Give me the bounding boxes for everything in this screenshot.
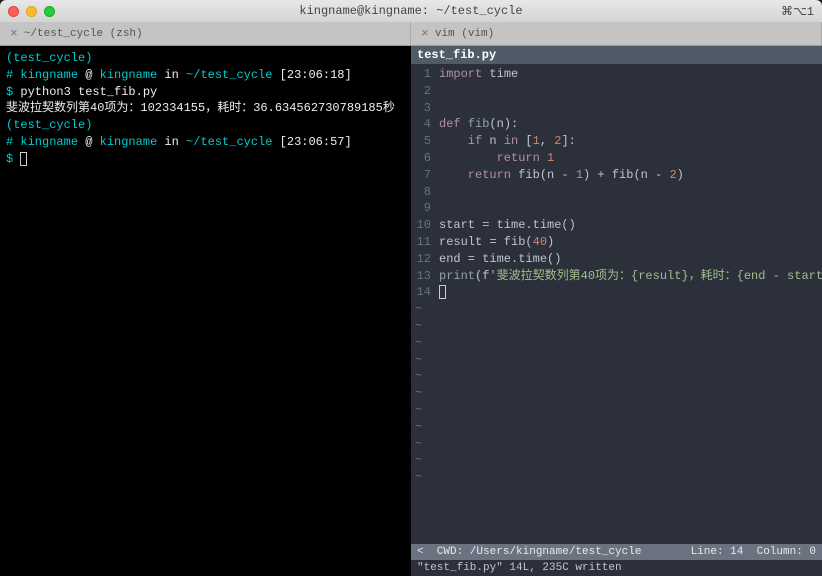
zoom-window-button[interactable] xyxy=(44,6,55,17)
terminal-line: (test_cycle) xyxy=(6,117,405,134)
window-titlebar: kingname@kingname: ~/test_cycle ⌘⌥1 xyxy=(0,0,822,22)
editor-empty-line: ~ xyxy=(411,301,822,318)
status-position: Line: 14 Column: 0 xyxy=(691,546,816,558)
editor-body[interactable]: 1import time 2 3 4def fib(n): 5 if n in … xyxy=(411,64,822,544)
tab-bar: × ~/test_cycle (zsh) × vim (vim) xyxy=(0,22,822,46)
status-cwd: < CWD: /Users/kingname/test_cycle xyxy=(417,546,641,558)
code-line: 6 return 1 xyxy=(411,150,822,167)
editor-empty-line: ~ xyxy=(411,452,822,469)
terminal-line: # kingname @ kingname in ~/test_cycle [2… xyxy=(6,67,405,84)
code-line: 12end = time.time() xyxy=(411,251,822,268)
traffic-lights xyxy=(8,6,55,17)
editor-statusbar: < CWD: /Users/kingname/test_cycle Line: … xyxy=(411,544,822,560)
editor-empty-line: ~ xyxy=(411,419,822,436)
editor-empty-line: ~ xyxy=(411,469,822,486)
terminal-line: (test_cycle) xyxy=(6,50,405,67)
editor-empty-line: ~ xyxy=(411,352,822,369)
tab-terminal[interactable]: × ~/test_cycle (zsh) xyxy=(0,22,411,45)
terminal-line: # kingname @ kingname in ~/test_cycle [2… xyxy=(6,134,405,151)
close-icon[interactable]: × xyxy=(421,26,429,41)
code-line: 8 xyxy=(411,184,822,201)
code-line: 9 xyxy=(411,200,822,217)
editor-message: "test_fib.py" 14L, 235C written xyxy=(411,560,822,576)
editor-empty-line: ~ xyxy=(411,368,822,385)
editor-empty-line: ~ xyxy=(411,385,822,402)
code-line: 11result = fib(40) xyxy=(411,234,822,251)
cursor-icon xyxy=(439,285,446,299)
code-line: 10start = time.time() xyxy=(411,217,822,234)
editor-pane[interactable]: test_fib.py 1import time 2 3 4def fib(n)… xyxy=(411,46,822,576)
editor-empty-line: ~ xyxy=(411,318,822,335)
code-line: 7 return fib(n - 1) + fib(n - 2) xyxy=(411,167,822,184)
terminal-prompt-line: $ xyxy=(6,151,405,168)
code-line: 4def fib(n): xyxy=(411,116,822,133)
split-panes: (test_cycle) # kingname @ kingname in ~/… xyxy=(0,46,822,576)
minimize-window-button[interactable] xyxy=(26,6,37,17)
editor-empty-line: ~ xyxy=(411,436,822,453)
titlebar-shortcut: ⌘⌥1 xyxy=(781,4,814,19)
code-line: 5 if n in [1, 2]: xyxy=(411,133,822,150)
close-window-button[interactable] xyxy=(8,6,19,17)
close-icon[interactable]: × xyxy=(10,26,18,41)
tab-vim[interactable]: × vim (vim) xyxy=(411,22,822,45)
code-line: 13print(f'斐波拉契数列第40项为：{result}，耗时：{end -… xyxy=(411,268,822,285)
terminal-pane[interactable]: (test_cycle) # kingname @ kingname in ~/… xyxy=(0,46,411,576)
code-line: 1import time xyxy=(411,66,822,83)
code-line: 3 xyxy=(411,100,822,117)
editor-empty-line: ~ xyxy=(411,335,822,352)
window-title: kingname@kingname: ~/test_cycle xyxy=(0,4,822,18)
code-line: 2 xyxy=(411,83,822,100)
terminal-line: $ python3 test_fib.py xyxy=(6,84,405,101)
tab-label: vim (vim) xyxy=(435,28,494,40)
code-line: 14 xyxy=(411,284,822,301)
tab-label: ~/test_cycle (zsh) xyxy=(24,28,143,40)
cursor-icon xyxy=(20,152,27,166)
terminal-output: 斐波拉契数列第40项为：102334155，耗时：36.634562730789… xyxy=(6,100,405,117)
editor-empty-line: ~ xyxy=(411,402,822,419)
editor-filename-tab: test_fib.py xyxy=(411,46,822,64)
